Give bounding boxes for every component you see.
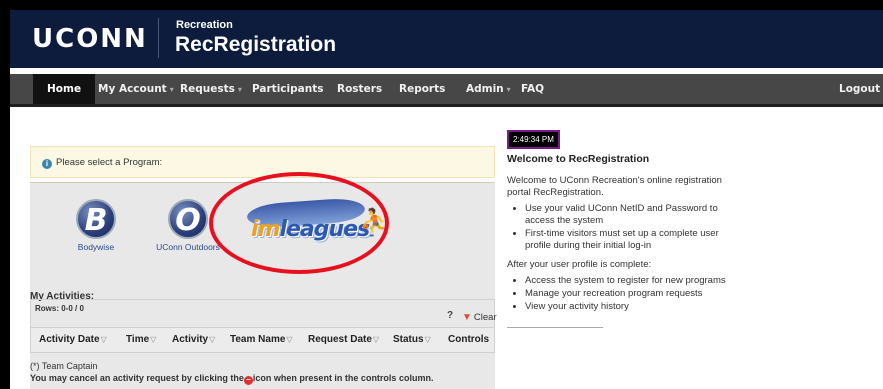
cancel-note-end: icon when present in the controls column… — [252, 373, 434, 383]
chevron-down-icon: ▾ — [169, 85, 174, 94]
activities-toolbar: ? ▼ Clear — [30, 299, 497, 327]
main-nav: Home My Account ▾ Requests ▾ Participants … — [10, 74, 883, 107]
logo-divider — [158, 18, 159, 58]
info-icon: i — [42, 159, 52, 169]
list-item: First-time visitors must set up a comple… — [525, 228, 747, 252]
header-subtitle: Recreation — [176, 19, 233, 31]
divider — [507, 326, 603, 328]
list-item: Access the system to register for new pr… — [525, 275, 747, 287]
cancel-note-start: You may cancel an activity request by cl… — [30, 373, 244, 383]
app-title[interactable]: RecRegistration — [175, 33, 336, 57]
highlight-ring — [209, 172, 389, 274]
program-notice: i Please select a Program: — [30, 146, 495, 178]
nav-admin[interactable]: Admin ▾ — [466, 74, 511, 104]
nav-reports-label: Reports — [399, 83, 446, 95]
nav-participants-label: Participants — [252, 83, 324, 95]
col-status[interactable]: Status▽ — [393, 334, 431, 345]
nav-requests-label: Requests — [180, 83, 235, 95]
chevron-down-icon: ▾ — [506, 85, 511, 94]
chevron-down-icon: ▾ — [237, 85, 242, 94]
filter-icon[interactable]: ▽ — [286, 335, 292, 344]
welcome-heading: Welcome to RecRegistration — [507, 153, 650, 165]
activities-table-header: Activity Date▽ Time▽ Activity▽ Team Name… — [30, 327, 495, 353]
welcome-after: After your user profile is complete: — [507, 259, 652, 271]
outdoors-logo-icon: O — [168, 199, 208, 239]
nav-home-label: Home — [47, 83, 82, 95]
help-button[interactable]: ? — [447, 310, 453, 321]
col-controls: Controls — [448, 334, 490, 345]
clock: 2:49:34 PM — [508, 131, 559, 148]
list-item: Use your valid UConn NetID and Password … — [525, 203, 747, 227]
nav-rosters[interactable]: Rosters — [337, 74, 382, 104]
clear-filters-button[interactable]: ▼ Clear — [462, 312, 497, 323]
nav-my-account-label: My Account — [98, 83, 167, 95]
column-label: Activity — [172, 334, 209, 345]
col-team-name[interactable]: Team Name▽ — [230, 334, 293, 345]
col-activity-date[interactable]: Activity Date▽ — [39, 334, 107, 345]
nav-faq[interactable]: FAQ — [521, 74, 544, 104]
rows-count: Rows: 0-0 / 0 — [35, 304, 84, 313]
col-time[interactable]: Time▽ — [126, 334, 156, 345]
column-label: Request Date — [308, 334, 372, 345]
column-label: Status — [393, 334, 424, 345]
col-request-date[interactable]: Request Date▽ — [308, 334, 379, 345]
list-item: Manage your recreation program requests — [525, 288, 747, 300]
welcome-panel: Welcome to RecRegistration Welcome to UC… — [507, 153, 747, 328]
cancel-icon: – — [243, 376, 253, 385]
nav-my-account[interactable]: My Account ▾ — [98, 74, 174, 104]
nav-participants[interactable]: Participants — [252, 74, 323, 104]
notice-text: Please select a Program: — [56, 157, 163, 168]
captain-note: (*) Team Captain — [30, 361, 98, 371]
cancel-note: You may cancel an activity request by cl… — [30, 373, 433, 385]
welcome-list-2: Access the system to register for new pr… — [525, 275, 747, 313]
filter-icon: ▼ — [462, 312, 472, 323]
filter-icon[interactable]: ▽ — [209, 335, 215, 344]
uconn-logo[interactable]: UCONN — [32, 24, 148, 54]
filter-icon[interactable]: ▽ — [373, 335, 379, 344]
column-label: Team Name — [230, 334, 286, 345]
clear-label: Clear — [473, 312, 497, 323]
nav-reports[interactable]: Reports — [399, 74, 445, 104]
bodywise-logo-icon: B — [76, 199, 116, 239]
column-label: Time — [126, 334, 150, 345]
logout-link[interactable]: Logout — [839, 74, 880, 104]
program-label: Bodywise — [77, 242, 115, 252]
filter-icon[interactable]: ▽ — [101, 335, 107, 344]
nav-faq-label: FAQ — [521, 83, 545, 95]
site-header: UCONN Recreation RecRegistration — [10, 10, 883, 68]
list-item: View your activity history — [525, 301, 747, 313]
nav-home[interactable]: Home — [33, 74, 96, 104]
welcome-list-1: Use your valid UConn NetID and Password … — [525, 203, 747, 252]
page: UCONN Recreation RecRegistration Home My… — [10, 10, 883, 389]
column-label: Activity Date — [39, 334, 100, 345]
program-bodywise[interactable]: B Bodywise — [66, 199, 126, 252]
filter-icon[interactable]: ▽ — [425, 335, 431, 344]
welcome-intro: Welcome to UConn Recreation's online reg… — [507, 175, 722, 198]
filter-icon[interactable]: ▽ — [150, 335, 156, 344]
nav-requests[interactable]: Requests ▾ — [180, 74, 242, 104]
nav-rosters-label: Rosters — [337, 83, 383, 95]
col-activity[interactable]: Activity▽ — [172, 334, 215, 345]
nav-admin-label: Admin — [466, 83, 504, 95]
